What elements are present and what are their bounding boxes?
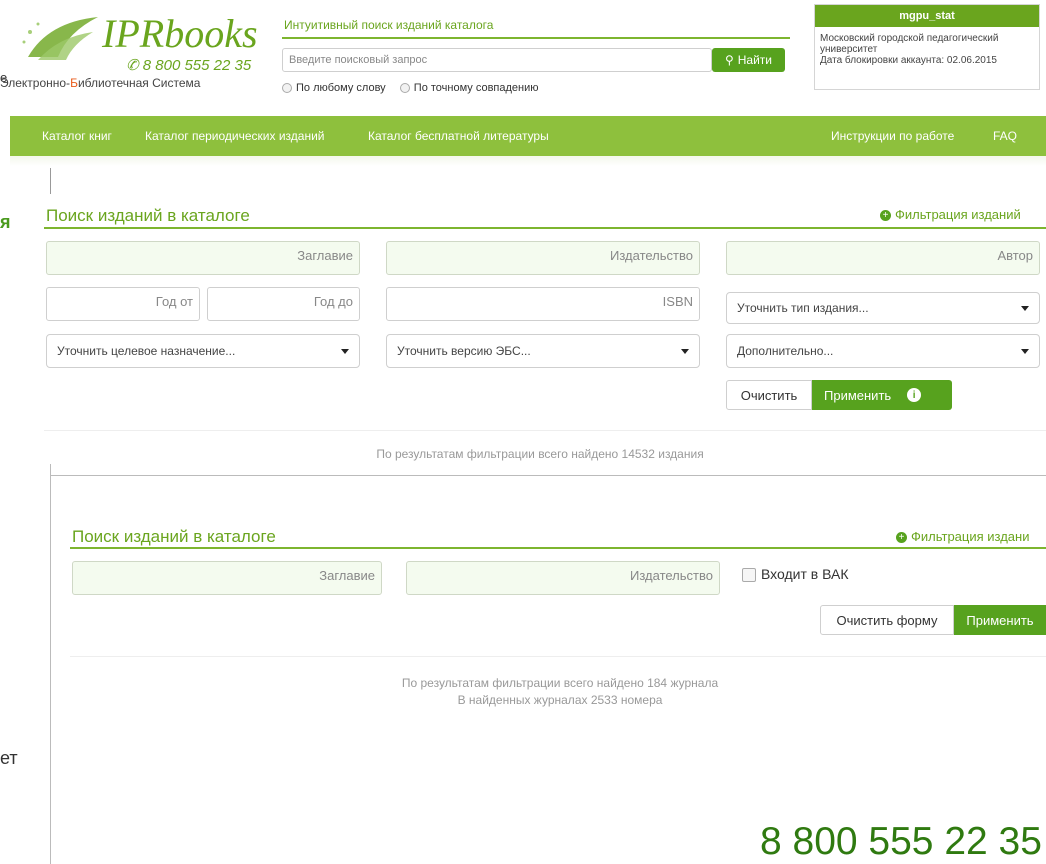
books-purpose-select[interactable]: Уточнить целевое назначение... xyxy=(46,334,360,368)
nav-catalog-periodicals[interactable]: Каталог периодических изданий xyxy=(145,129,324,143)
logo-brand: IPRbooks xyxy=(102,11,258,56)
search-button[interactable]: ⚲ Найти xyxy=(712,48,785,72)
user-name[interactable]: mgpu_stat xyxy=(815,5,1039,27)
journals-result-line1: По результатам фильтрации всего найдено … xyxy=(401,676,719,690)
logo[interactable]: IPRbooks ✆ 8 800 555 22 35 Электронно-Би… xyxy=(0,6,258,96)
user-org: Московский городской педагогический унив… xyxy=(820,33,999,55)
search-underline xyxy=(282,37,790,39)
journals-clear-button[interactable]: Очистить форму xyxy=(820,605,954,635)
book-wings-icon xyxy=(22,17,98,60)
logo-phone: ✆ 8 800 555 22 35 xyxy=(126,57,252,74)
books-version-select[interactable]: Уточнить версию ЭБС... xyxy=(386,334,700,368)
journals-title-field[interactable]: Заглавие xyxy=(72,561,382,595)
books-filter-link[interactable]: + Фильтрация изданий xyxy=(880,207,1021,222)
journals-section-title: Поиск изданий в каталоге xyxy=(72,527,276,546)
books-author-field[interactable]: Автор xyxy=(726,241,1040,275)
nav-catalog-free[interactable]: Каталог бесплатной литературы xyxy=(368,129,549,143)
phone-icon: ✆ xyxy=(126,57,139,74)
books-year-to-field[interactable]: Год до xyxy=(207,287,360,321)
journals-title-underline xyxy=(70,547,1046,549)
nav-shadow xyxy=(10,156,1046,166)
left-fragment-mid: я xyxy=(0,212,11,232)
books-clear-button[interactable]: Очистить xyxy=(726,380,812,410)
radio-any-word[interactable] xyxy=(282,83,292,94)
plus-icon: + xyxy=(896,532,907,544)
books-result-text: По результатам фильтрации всего найдено … xyxy=(376,447,704,461)
journals-result-line2: В найденных журналах 2533 номера xyxy=(457,693,663,707)
caret-down-icon xyxy=(1021,348,1029,354)
embed-left-border xyxy=(50,464,51,864)
search-title: Интуитивный поиск изданий каталога xyxy=(284,18,494,32)
books-title-field[interactable]: Заглавие xyxy=(46,241,360,275)
books-apply-button[interactable]: Применить i xyxy=(812,380,952,410)
books-divider xyxy=(44,430,1046,431)
books-title-underline xyxy=(44,227,1046,229)
search-input[interactable]: Введите поисковый запрос xyxy=(282,48,712,72)
logo-subtitle: Электронно-Библиотечная Система xyxy=(0,76,201,90)
radio-exact[interactable] xyxy=(399,83,410,94)
books-publisher-field[interactable]: Издательство xyxy=(386,241,700,275)
plus-icon: + xyxy=(880,210,891,222)
nav-catalog-books[interactable]: Каталог книг xyxy=(42,129,112,143)
books-type-select[interactable]: Уточнить тип издания... xyxy=(726,292,1040,324)
caret-down-icon xyxy=(681,348,689,354)
checkbox-icon[interactable] xyxy=(742,568,756,583)
nav-faq[interactable]: FAQ xyxy=(993,129,1017,143)
journals-divider xyxy=(70,656,1046,657)
user-box: mgpu_stat Московский городской педагогич… xyxy=(814,4,1040,90)
journals-apply-button[interactable]: Применить xyxy=(954,605,1046,635)
vak-checkbox[interactable]: Входит в ВАК xyxy=(742,566,849,583)
journals-filter-link[interactable]: + Фильтрация издани xyxy=(896,529,1029,544)
cursor-line xyxy=(50,168,51,194)
user-block-date: Дата блокировки аккаунта: 02.06.2015 xyxy=(820,55,997,66)
caret-down-icon xyxy=(341,348,349,354)
footer-phone: 8 800 555 22 35 xyxy=(760,820,1042,863)
main-nav: Каталог книг Каталог периодических издан… xyxy=(10,116,1046,156)
books-section-title: Поиск изданий в каталоге xyxy=(46,206,250,225)
search-options: По любому слову По точному совпадению xyxy=(282,82,539,94)
nav-instructions[interactable]: Инструкции по работе xyxy=(831,129,954,143)
journals-publisher-field[interactable]: Издательство xyxy=(406,561,720,595)
embed-top-border xyxy=(50,475,1046,476)
info-icon[interactable]: i xyxy=(907,388,922,402)
books-year-from-field[interactable]: Год от xyxy=(46,287,200,321)
books-extra-select[interactable]: Дополнительно... xyxy=(726,334,1040,368)
books-isbn-field[interactable]: ISBN xyxy=(386,287,700,321)
search-icon: ⚲ xyxy=(724,53,734,67)
left-fragment-bottom: ет xyxy=(0,748,18,768)
caret-down-icon xyxy=(1021,305,1029,311)
